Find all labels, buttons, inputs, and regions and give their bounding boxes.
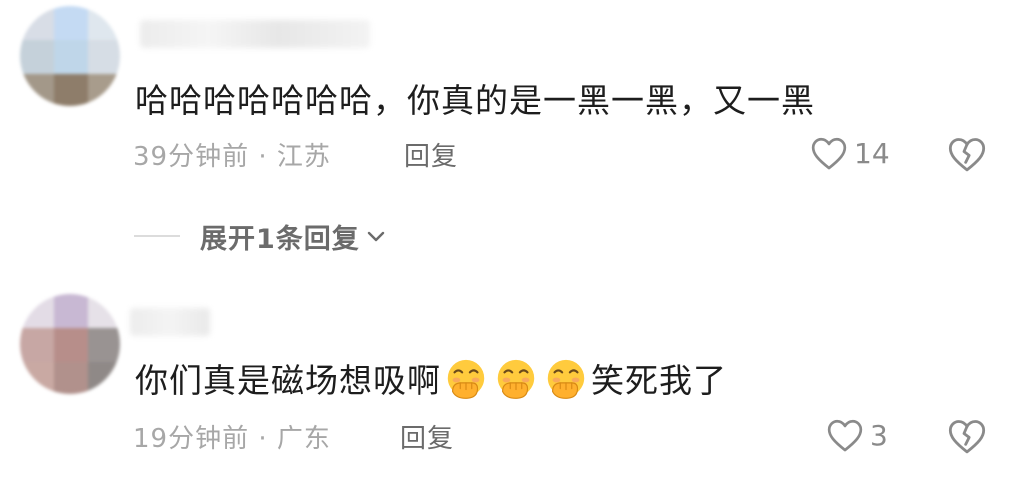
comment-meta: 19分钟前 · 广东	[133, 418, 331, 455]
username-redacted[interactable]	[130, 308, 210, 336]
meta-separator: ·	[258, 142, 268, 172]
expand-replies-button[interactable]: 展开1条回复	[134, 218, 388, 255]
comment-time: 39分钟前	[133, 142, 250, 172]
reply-button[interactable]: 回复	[400, 418, 454, 455]
hand-over-mouth-emoji	[447, 359, 485, 399]
reply-button[interactable]: 回复	[404, 136, 458, 173]
chevron-down-icon	[367, 231, 384, 242]
like-count: 14	[854, 136, 890, 170]
broken-heart-icon[interactable]	[947, 134, 987, 174]
comment-location: 广东	[276, 424, 331, 454]
comment-text: 哈哈哈哈哈哈哈，你真的是一黑一黑，又一黑	[135, 81, 815, 120]
heart-outline-icon	[811, 137, 847, 170]
meta-separator: ·	[258, 424, 268, 454]
like-count: 3	[870, 418, 888, 452]
avatar[interactable]	[20, 6, 120, 106]
divider-line	[134, 235, 180, 237]
broken-heart-icon[interactable]	[947, 416, 987, 456]
expand-replies-label: 展开1条回复	[200, 223, 360, 255]
like-button[interactable]: 14	[810, 133, 890, 173]
comment-text-part: 你们真是磁场想吸啊	[135, 361, 441, 400]
hand-over-mouth-emoji	[547, 359, 585, 399]
avatar[interactable]	[20, 294, 120, 394]
username-redacted[interactable]	[140, 20, 370, 48]
comment-time: 19分钟前	[133, 424, 250, 454]
comment-location: 江苏	[276, 142, 331, 172]
like-button[interactable]: 3	[826, 415, 888, 455]
hand-over-mouth-emoji	[497, 359, 535, 399]
comment-text-part: 笑死我了	[591, 361, 727, 400]
comment-meta: 39分钟前 · 江苏	[133, 136, 331, 173]
comment-text: 你们真是磁场想吸啊 笑死我了	[135, 354, 727, 406]
heart-outline-icon	[827, 419, 863, 452]
